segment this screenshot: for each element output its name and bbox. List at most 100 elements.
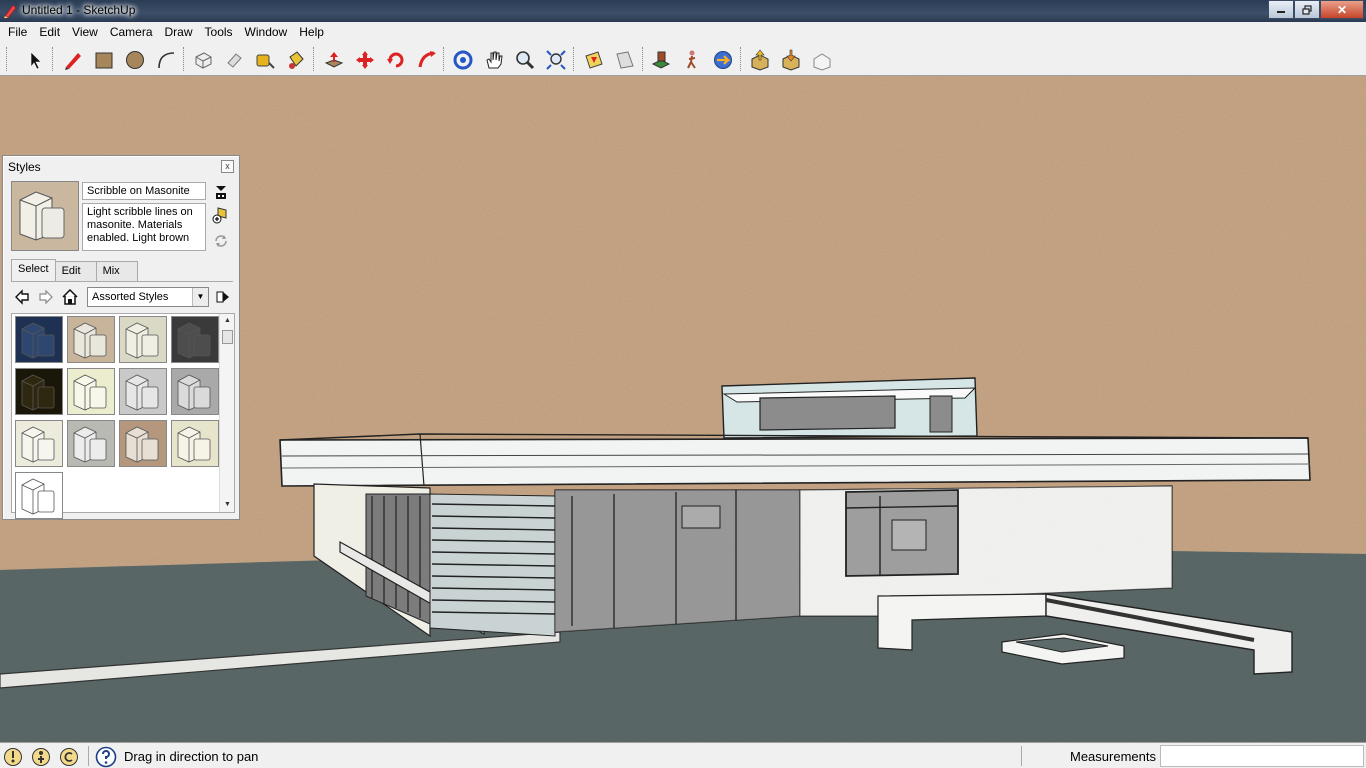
tab-edit[interactable]: Edit: [54, 261, 97, 281]
style-thumbnail[interactable]: [15, 420, 63, 467]
measurements-label: Measurements: [1070, 749, 1156, 764]
menu-help[interactable]: Help: [293, 22, 330, 42]
select-tool-button[interactable]: [22, 47, 48, 73]
tape-measure-icon: [256, 54, 275, 69]
title-bar: Untitled 1 - SketchUp ✕: [0, 0, 1366, 22]
move-tool-button[interactable]: [352, 47, 378, 73]
circle-tool-button[interactable]: [122, 47, 148, 73]
select-icon: [30, 51, 42, 70]
update-style-button[interactable]: [212, 232, 230, 250]
toolbar-grip[interactable]: [52, 47, 55, 71]
style-collection-dropdown[interactable]: Assorted Styles ▼: [87, 287, 209, 307]
tape-measure-button[interactable]: [252, 47, 278, 73]
push-pull-button[interactable]: [321, 47, 347, 73]
scroll-up-icon[interactable]: ▲: [220, 314, 235, 328]
tab-mix[interactable]: Mix: [95, 261, 138, 281]
style-thumbnail[interactable]: [119, 420, 167, 467]
pencil-tool-button[interactable]: [60, 47, 86, 73]
details-button[interactable]: [214, 288, 232, 306]
style-name-field[interactable]: Scribble on Masonite: [82, 182, 206, 200]
style-thumbnail-image: [21, 374, 55, 411]
styles-panel-close-button[interactable]: x: [221, 160, 234, 173]
style-thumbnail[interactable]: [15, 316, 63, 363]
instructor-button[interactable]: [95, 746, 117, 768]
pan-tool-button[interactable]: [481, 47, 507, 73]
style-thumbnail-image: [125, 322, 159, 359]
style-thumbnail[interactable]: [15, 472, 63, 519]
toolbar-grip[interactable]: [183, 47, 186, 71]
geo-location-button[interactable]: [2, 746, 24, 768]
forward-button[interactable]: [37, 288, 55, 306]
style-thumbnail[interactable]: [171, 368, 219, 415]
get-models-button[interactable]: [747, 47, 773, 73]
make-component-button[interactable]: [190, 47, 216, 73]
in-model-button[interactable]: [61, 288, 79, 306]
back-button[interactable]: [13, 288, 31, 306]
orbit-tool-button[interactable]: [450, 47, 476, 73]
menu-window[interactable]: Window: [239, 22, 294, 42]
style-thumbnail[interactable]: [67, 368, 115, 415]
create-new-style-button[interactable]: [212, 206, 230, 224]
style-thumbnail[interactable]: [67, 316, 115, 363]
dimension-button[interactable]: [612, 47, 638, 73]
menu-draw[interactable]: Draw: [159, 22, 199, 42]
display-secondary-pane-button[interactable]: [212, 183, 230, 201]
style-thumbnail-image: [73, 426, 107, 463]
style-thumbnail-image: [21, 322, 55, 359]
forward-arrow-icon: [39, 289, 53, 305]
zoom-extents-icon: [546, 50, 566, 70]
eraser-tool-button[interactable]: [221, 47, 247, 73]
style-thumbnail[interactable]: [171, 316, 219, 363]
walk-tool-button[interactable]: [679, 47, 705, 73]
toolbar-grip[interactable]: [573, 47, 576, 71]
toolbar-grip[interactable]: [740, 47, 743, 71]
credits-button[interactable]: [30, 746, 52, 768]
toolbar-grip[interactable]: [6, 47, 9, 71]
follow-me-button[interactable]: [414, 47, 440, 73]
section-plane-icon: [585, 51, 603, 69]
tab-select[interactable]: Select: [11, 259, 56, 281]
rotate-tool-button[interactable]: [383, 47, 409, 73]
style-description-field[interactable]: Light scribble lines on masonite. Materi…: [82, 203, 206, 251]
thumbnail-scrollbar[interactable]: ▲ ▼: [219, 314, 234, 512]
photo-textures-button[interactable]: [809, 47, 835, 73]
scroll-down-icon[interactable]: ▼: [220, 498, 235, 512]
section-plane-button[interactable]: [581, 47, 607, 73]
toolbar-grip[interactable]: [443, 47, 446, 71]
scrollbar-thumb[interactable]: [222, 330, 233, 344]
minimize-icon: [1277, 10, 1285, 13]
toolbar-grip[interactable]: [313, 47, 316, 71]
style-thumbnail[interactable]: [171, 420, 219, 467]
pan-icon: [486, 51, 503, 69]
position-camera-button[interactable]: [648, 47, 674, 73]
back-arrow-icon: [15, 289, 29, 305]
style-thumbnail[interactable]: [119, 316, 167, 363]
zoom-extents-button[interactable]: [543, 47, 569, 73]
close-button[interactable]: ✕: [1320, 0, 1364, 19]
look-around-button[interactable]: [710, 47, 736, 73]
menu-view[interactable]: View: [66, 22, 104, 42]
menu-camera[interactable]: Camera: [104, 22, 159, 42]
styles-navigation: Assorted Styles ▼: [11, 286, 235, 308]
home-icon: [62, 289, 78, 305]
menu-edit[interactable]: Edit: [33, 22, 66, 42]
style-thumbnail[interactable]: [119, 368, 167, 415]
share-model-button[interactable]: [778, 47, 804, 73]
zoom-tool-button[interactable]: [512, 47, 538, 73]
louver-screen: [429, 493, 556, 637]
style-thumbnail[interactable]: [67, 420, 115, 467]
paint-bucket-button[interactable]: [283, 47, 309, 73]
eraser-icon: [227, 53, 242, 68]
toolbar-grip[interactable]: [642, 47, 645, 71]
arc-tool-button[interactable]: [153, 47, 179, 73]
measurements-input[interactable]: [1160, 745, 1364, 767]
copyright-icon: [60, 748, 78, 766]
copyright-button[interactable]: [58, 746, 80, 768]
position-camera-icon: [651, 51, 671, 69]
minimize-button[interactable]: [1268, 0, 1294, 19]
style-thumbnail[interactable]: [15, 368, 63, 415]
maximize-button[interactable]: [1294, 0, 1320, 19]
menu-tools[interactable]: Tools: [199, 22, 239, 42]
rectangle-tool-button[interactable]: [91, 47, 117, 73]
menu-file[interactable]: File: [2, 22, 33, 42]
